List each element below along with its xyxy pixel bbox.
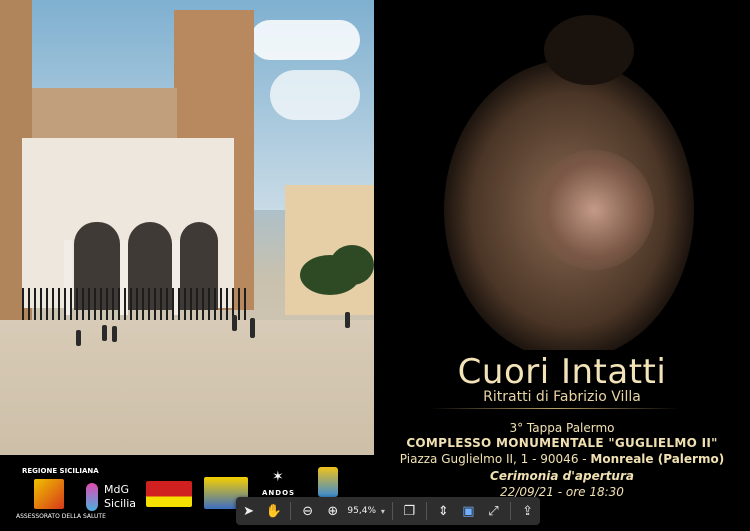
address-prefix: Piazza Guglielmo II, 1 - 90046 - <box>399 452 591 466</box>
select-arrow-icon[interactable]: ➤ <box>237 499 260 523</box>
page-view-icon[interactable]: ❐ <box>398 499 421 523</box>
zoom-level[interactable]: 95,4% <box>345 506 378 516</box>
separator <box>425 502 427 520</box>
person <box>112 326 117 342</box>
monreale-crest <box>318 467 338 497</box>
cathedral-photo <box>0 0 374 455</box>
hand-icon[interactable]: ✋ <box>262 499 285 523</box>
divider <box>430 408 680 409</box>
piazza-ground <box>0 320 374 455</box>
zoom-out-icon[interactable]: ⊖ <box>296 499 319 523</box>
person <box>76 330 81 346</box>
portrait-photo <box>374 0 750 350</box>
address-city: Monreale (Palermo) <box>590 452 725 466</box>
address-label: Piazza Guglielmo II, 1 - 90046 - Monreal… <box>374 452 750 466</box>
separator <box>391 502 393 520</box>
fit-page-icon[interactable]: ⇕ <box>432 499 455 523</box>
share-icon[interactable]: ⇪ <box>516 499 539 523</box>
person <box>232 315 237 331</box>
mother-hair <box>544 15 634 85</box>
poster-subtitle: Ritratti di Fabrizio Villa <box>483 389 641 405</box>
mdg-sicilia-label: Sicilia <box>104 497 136 510</box>
poster-title: Cuori Intatti <box>457 352 667 392</box>
palm-tree <box>330 245 374 285</box>
ceremony-label: Cerimonia d'apertura <box>490 469 634 483</box>
person <box>250 318 255 338</box>
baby-figure <box>534 150 654 270</box>
cervello-logo <box>146 481 192 507</box>
viewer-toolbar: ➤ ✋ ⊖ ⊕ 95,4% ▾ ❐ ⇕ ▣ ⤢ ⇪ <box>236 497 540 525</box>
sicily-region-logo <box>34 479 64 509</box>
zoom-in-icon[interactable]: ⊕ <box>321 499 344 523</box>
region-label: REGIONE SICILIANA <box>22 467 99 475</box>
andos-label: ANDOS <box>262 489 296 497</box>
separator <box>290 502 292 520</box>
fullscreen-icon[interactable]: ⤢ <box>482 499 505 523</box>
venue-label: COMPLESSO MONUMENTALE "GUGLIELMO II" <box>406 436 718 450</box>
mdg-label: MdG <box>104 483 129 496</box>
separator <box>510 502 511 520</box>
health-dept-label: ASSESSORATO DELLA SALUTE <box>16 513 106 520</box>
person <box>102 325 107 341</box>
fit-width-icon[interactable]: ▣ <box>457 499 480 523</box>
cloud <box>250 20 360 60</box>
person <box>345 312 350 328</box>
stage-label: 3° Tappa Palermo <box>509 421 615 435</box>
cloud <box>270 70 360 120</box>
mdg-logo-icon <box>86 483 98 511</box>
star-icon: ✶ <box>272 469 284 485</box>
chevron-down-icon[interactable]: ▾ <box>378 507 388 516</box>
